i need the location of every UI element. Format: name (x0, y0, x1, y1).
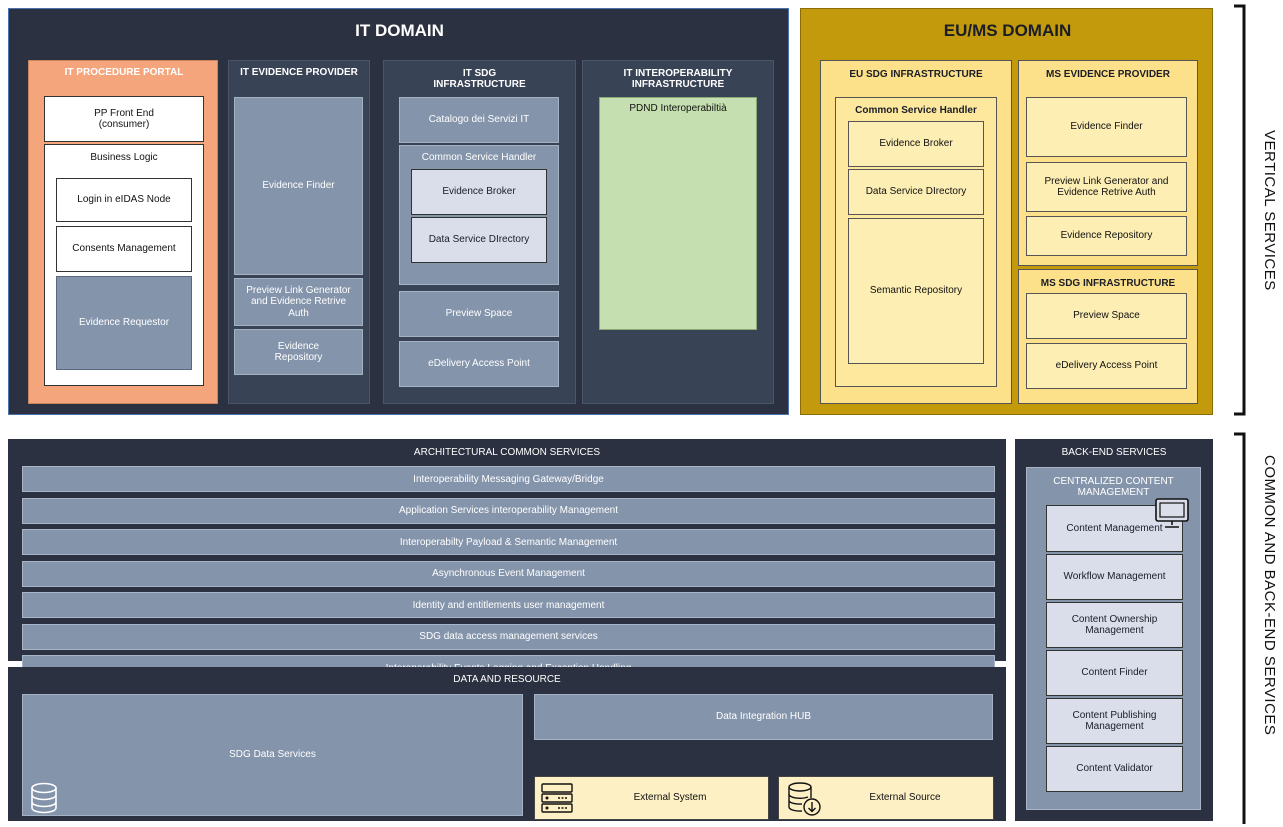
content-publishing-management: Content Publishing Management (1046, 698, 1183, 744)
it-preview-space: Preview Space (399, 291, 559, 337)
it-csh-label: Common Service Handler (421, 152, 537, 164)
common-row-5: Identity and entitlements user managemen… (22, 592, 995, 618)
ms-evidence-provider-title: MS EVIDENCE PROVIDER (1046, 68, 1170, 80)
data-integration-hub: Data Integration HUB (534, 694, 993, 740)
common-services-brace (1234, 432, 1246, 824)
it-interop-title: IT INTEROPERABILITY INFRASTRUCTURE (623, 68, 733, 90)
it-evidence-provider-title: IT EVIDENCE PROVIDER (240, 66, 358, 78)
eu-sdg-title: EU SDG INFRASTRUCTURE (849, 68, 983, 80)
evidence-requestor: Evidence Requestor (56, 276, 192, 370)
content-ownership-management: Content Ownership Management (1046, 602, 1183, 648)
common-row-1: Interoperability Messaging Gateway/Bridg… (22, 466, 995, 492)
it-edelivery: eDelivery Access Point (399, 341, 559, 387)
common-backend-label: COMMON AND BACK-END SERVICES (1261, 455, 1278, 736)
ms-evidence-finder: Evidence Finder (1026, 97, 1187, 157)
common-row-4: Asynchronous Event Management (22, 560, 995, 587)
pdnd-interoperabilita: PDND Interoperabiltià (599, 97, 757, 330)
eu-csh-label: Common Service Handler (855, 104, 977, 116)
it-data-service-directory: Data Service DIrectory (411, 217, 547, 263)
monitor-icon (1153, 496, 1191, 530)
eu-evidence-broker: Evidence Broker (848, 121, 984, 167)
common-row-6: SDG data access management services (22, 623, 995, 650)
sdg-data-services: SDG Data Services (22, 694, 523, 816)
pdnd-label: PDND Interoperabiltià (629, 103, 727, 114)
common-row-2: Application Services interoperability Ma… (22, 497, 995, 524)
vertical-services-brace (1234, 4, 1246, 416)
it-preview-link: Preview Link Generator and Evidence Retr… (234, 278, 363, 326)
pp-front-end: PP Front End (consumer) (44, 96, 204, 142)
business-logic-label: Business Logic (90, 152, 158, 164)
semantic-repository: Semantic Repository (848, 218, 984, 364)
it-sdg-title: IT SDG INFRASTRUCTURE (433, 68, 526, 90)
server-icon (540, 781, 574, 815)
workflow-management: Workflow Management (1046, 554, 1183, 600)
database-icon (28, 781, 60, 815)
database-download-icon (786, 780, 822, 818)
external-system-label: External System (633, 792, 707, 804)
consents-management: Consents Management (56, 226, 192, 272)
ms-preview-link: Preview Link Generator and Evidence Retr… (1026, 162, 1187, 212)
external-source-label: External Source (869, 792, 941, 804)
it-common-service-handler: Common Service Handler (399, 145, 559, 285)
it-evidence-broker: Evidence Broker (411, 169, 547, 215)
common-row-3: Interoperabilty Payload & Semantic Manag… (22, 529, 995, 555)
content-finder: Content Finder (1046, 650, 1183, 696)
common-services-title: ARCHITECTURAL COMMON SERVICES (413, 446, 601, 458)
data-resource-title: DATA AND RESOURCE (453, 673, 561, 685)
ms-preview-space: Preview Space (1026, 293, 1187, 339)
login-eidas: Login in eIDAS Node (56, 178, 192, 222)
back-end-title: BACK-END SERVICES (1061, 446, 1167, 458)
it-evidence-repository: Evidence Repository (234, 329, 363, 375)
content-validator: Content Validator (1046, 746, 1183, 792)
eu-data-service-directory: Data Service DIrectory (848, 169, 984, 215)
it-evidence-finder: Evidence Finder (234, 97, 363, 275)
it-procedure-portal-title: IT PROCEDURE PORTAL (64, 66, 184, 78)
ms-sdg-title: MS SDG INFRASTRUCTURE (1040, 277, 1176, 289)
ms-evidence-repository: Evidence Repository (1026, 216, 1187, 256)
catalogo-servizi: Catalogo dei Servizi IT (399, 97, 559, 143)
vertical-services-label: VERTICAL SERVICES (1261, 130, 1278, 291)
ms-edelivery: eDelivery Access Point (1026, 343, 1187, 389)
it-domain-title: IT DOMAIN (355, 21, 444, 40)
eu-ms-domain-title: EU/MS DOMAIN (943, 21, 1072, 40)
